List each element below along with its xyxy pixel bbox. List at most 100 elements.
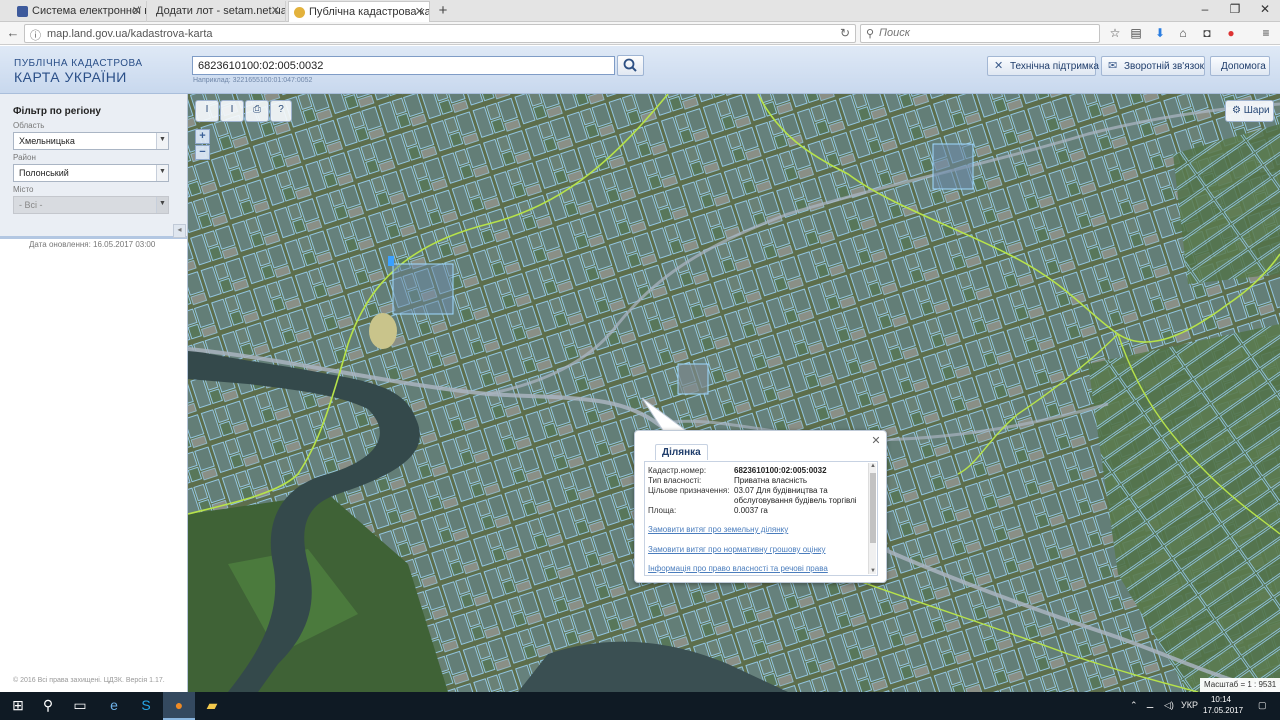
firefox-icon[interactable]: ●	[163, 692, 195, 720]
area-value: 0.0037 га	[734, 506, 768, 515]
tab-cadastral-map[interactable]: Публічна кадастрова карта ✕	[288, 1, 430, 22]
minimize-button[interactable]: –	[1190, 2, 1220, 16]
extract-land-link[interactable]: Замовити витяг про земельну ділянку	[648, 525, 788, 534]
feedback-button[interactable]: ✉ Зворотній зв'язок	[1101, 56, 1205, 76]
adblock-icon[interactable]: ●	[1223, 26, 1239, 40]
menu-icon[interactable]: ≡	[1258, 26, 1274, 40]
app-header: ПУБЛІЧНА КАДАСТРОВА КАРТА УКРАЇНИ Наприк…	[0, 46, 1280, 94]
scroll-up-icon[interactable]: ▲	[869, 463, 877, 469]
url-bar[interactable]: ⓘ map.land.gov.ua/kadastrova-karta ↻	[24, 24, 856, 43]
close-icon[interactable]: ✕	[870, 434, 882, 447]
reload-icon[interactable]: ↻	[840, 26, 850, 40]
reading-list-icon[interactable]: ▤	[1128, 26, 1144, 40]
tab-setam[interactable]: Додати лот - setam.net.ua ✕	[148, 1, 286, 22]
zoom-in-button[interactable]: +	[195, 129, 210, 144]
search-icon: ⚲	[866, 28, 875, 40]
tools-icon: ✕	[994, 60, 1004, 72]
skype-icon[interactable]: S	[130, 692, 162, 720]
download-icon[interactable]: ⬇	[1152, 26, 1168, 40]
close-icon[interactable]: ✕	[271, 4, 280, 17]
help-label: Допомога	[1221, 61, 1266, 72]
update-date: Дата оновлення: 16.05.2017 03:00	[29, 240, 156, 249]
collapse-sidebar-button[interactable]: ◂	[173, 224, 186, 238]
envelope-icon: ✉	[1108, 60, 1118, 72]
cadastral-map[interactable]: I I ⎙ ? + − ⚙ Шари Масштаб = 1 : 9531 ✕ …	[188, 94, 1280, 692]
oblast-label: Область	[13, 121, 45, 130]
back-arrow-icon[interactable]: ←	[5, 25, 21, 40]
search-hint: Наприклад: 3221655100:01:047:0052	[193, 77, 313, 84]
cadastral-site-icon	[294, 7, 305, 18]
misto-select: - Всі - ▼	[13, 196, 169, 214]
email-site-icon	[17, 6, 28, 17]
clock-time: 10:14	[1210, 695, 1232, 704]
oblast-value: Хмельницька	[19, 136, 75, 146]
pocket-icon[interactable]: ◘	[1199, 26, 1215, 40]
popup-body: Кадастр.номер: 6823610100:02:005:0032 Ти…	[644, 461, 878, 576]
tech-support-button[interactable]: ✕ Технічна підтримка	[987, 56, 1099, 76]
print-button[interactable]: ⎙	[245, 100, 269, 122]
misto-value: - Всі -	[19, 200, 43, 210]
popup-scrollbar[interactable]: ▲ ▼	[868, 463, 876, 574]
task-view-icon[interactable]: ▭	[64, 692, 96, 720]
search-icon	[623, 58, 637, 72]
area-label: Площа:	[648, 506, 677, 515]
network-icon[interactable]: ⚊	[1146, 700, 1154, 711]
rayon-value: Полонський	[19, 168, 69, 178]
zoom-out-button[interactable]: −	[195, 145, 210, 160]
close-icon[interactable]: ✕	[132, 4, 141, 17]
close-window-button[interactable]: ✕	[1250, 2, 1280, 16]
oblast-select[interactable]: Хмельницька ▼	[13, 132, 169, 150]
search-button[interactable]	[617, 55, 644, 76]
ownership-value: Приватна власність	[734, 476, 808, 485]
search-icon[interactable]: ⚲	[32, 692, 64, 720]
measure-area-tool[interactable]: I	[220, 100, 244, 122]
popup-pointer	[641, 397, 690, 433]
windows-taskbar: ⊞ ⚲ ▭ e S ● ▰ ⌃ ⚊ ◁) УКР 10:14 17.05.201…	[0, 692, 1280, 720]
input-language[interactable]: УКР	[1181, 700, 1198, 710]
browser-nav-bar: ← ⓘ map.land.gov.ua/kadastrova-karta ↻ ⚲…	[0, 22, 1280, 45]
measure-length-tool[interactable]: I	[195, 100, 219, 122]
rayon-select[interactable]: Полонський ▼	[13, 164, 169, 182]
clock-date: 17.05.2017	[1203, 706, 1244, 715]
purpose-value: 03.07 Для будівництва та обслуговування …	[734, 486, 857, 505]
browser-search-bar[interactable]: ⚲	[860, 24, 1100, 43]
logo-title-top: ПУБЛІЧНА КАДАСТРОВА	[14, 58, 143, 69]
scroll-thumb[interactable]	[870, 473, 876, 543]
new-tab-button[interactable]: +	[436, 2, 450, 19]
chevron-down-icon: ▼	[156, 165, 168, 181]
cadastral-search-input[interactable]	[192, 56, 615, 75]
tab-title: Додати лот - setam.net.ua	[156, 5, 286, 17]
tab-email[interactable]: Система електронної пошт ✕	[12, 1, 147, 22]
map-scale: Масштаб = 1 : 9531	[1200, 678, 1280, 692]
map-imagery	[188, 94, 1280, 692]
url-text: map.land.gov.ua/kadastrova-karta	[47, 28, 213, 40]
help-button[interactable]: Допомога	[1210, 56, 1270, 76]
tab-parcel[interactable]: Ділянка	[655, 444, 708, 460]
close-icon[interactable]: ✕	[415, 5, 424, 18]
rayon-label: Район	[13, 153, 36, 162]
tab-title: Публічна кадастрова карта	[309, 6, 430, 18]
chevron-down-icon: ▼	[156, 133, 168, 149]
system-clock[interactable]: 10:14 17.05.2017	[1203, 694, 1244, 716]
ownership-info-link[interactable]: Інформація про право власності та речові…	[648, 564, 828, 573]
volume-icon[interactable]: ◁)	[1164, 700, 1174, 711]
identify-tool[interactable]: ?	[270, 100, 292, 122]
maximize-button[interactable]: ❐	[1220, 2, 1250, 16]
tab-title: Система електронної пошт	[32, 5, 146, 17]
extract-valuation-link[interactable]: Замовити витяг про нормативну грошову оц…	[648, 545, 826, 554]
browser-search-input[interactable]	[879, 27, 1089, 39]
file-explorer-icon[interactable]: ▰	[196, 692, 228, 720]
chevron-up-icon[interactable]: ⌃	[1130, 700, 1138, 711]
logo-title-main: КАРТА УКРАЇНИ	[14, 69, 127, 85]
layers-button[interactable]: ⚙ Шари	[1225, 100, 1274, 122]
edge-browser-icon[interactable]: e	[98, 692, 130, 720]
scroll-down-icon[interactable]: ▼	[869, 568, 877, 574]
home-icon[interactable]: ⌂	[1175, 26, 1191, 40]
windows-start-icon[interactable]: ⊞	[2, 692, 34, 720]
feedback-label: Зворотній зв'язок	[1124, 61, 1205, 72]
browser-tab-strip: Система електронної пошт ✕ Додати лот - …	[0, 0, 1280, 22]
notifications-icon[interactable]: ▢	[1258, 700, 1267, 711]
bookmark-star-icon[interactable]: ☆	[1107, 26, 1123, 40]
sidebar: Фільтр по регіону Область Хмельницька ▼ …	[0, 94, 188, 692]
info-icon[interactable]: ⓘ	[30, 27, 41, 43]
